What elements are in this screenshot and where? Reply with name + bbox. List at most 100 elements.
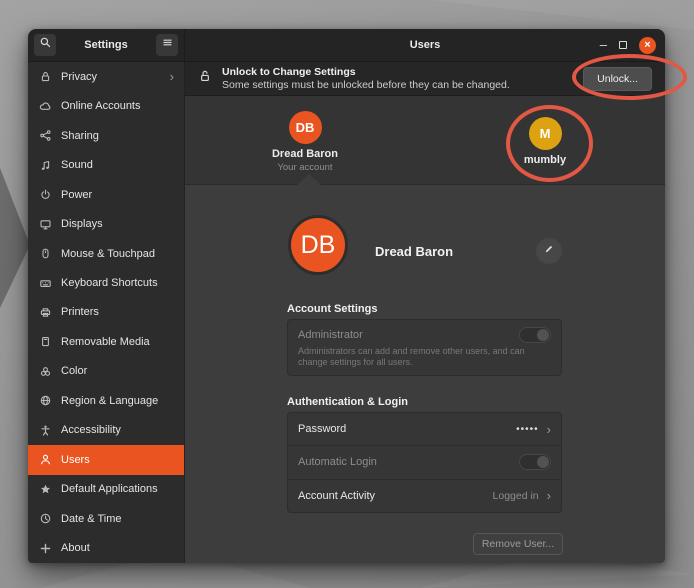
sidebar-item-label: Region & Language: [61, 395, 158, 407]
star-icon: [39, 483, 52, 496]
unlock-banner-title: Unlock to Change Settings: [222, 66, 510, 78]
administrator-description: Administrators can add and remove other …: [288, 343, 561, 368]
automatic-login-toggle[interactable]: [519, 454, 551, 470]
remove-user-button[interactable]: Remove User...: [473, 533, 563, 555]
printer-icon: [39, 306, 52, 319]
sidebar-item-region-language[interactable]: Region & Language: [28, 386, 184, 415]
carousel-user-name: Dread Baron: [272, 148, 338, 160]
menu-button[interactable]: [156, 34, 178, 56]
sidebar-item-removable-media[interactable]: Removable Media: [28, 327, 184, 356]
search-icon: [39, 36, 52, 54]
wallpaper-facet: [0, 168, 30, 308]
administrator-label: Administrator: [298, 329, 363, 341]
password-row[interactable]: Password ••••• ›: [288, 413, 561, 446]
unlock-banner-text: Unlock to Change Settings Some settings …: [222, 66, 510, 91]
sidebar-item-label: Accessibility: [61, 424, 121, 436]
password-label: Password: [298, 423, 346, 435]
app-title: Settings: [84, 39, 127, 51]
speaker-icon: [39, 159, 52, 172]
automatic-login-label: Automatic Login: [298, 456, 377, 468]
media-icon: [39, 335, 52, 348]
accessibility-icon: [39, 424, 52, 437]
sidebar-item-default-applications[interactable]: Default Applications: [28, 475, 184, 504]
account-settings-card: Administrator Administrators can add and…: [287, 319, 562, 376]
sidebar-item-date-time[interactable]: Date & Time: [28, 504, 184, 533]
pencil-icon: [543, 242, 555, 260]
sidebar-header: Settings: [28, 29, 185, 61]
share-icon: [39, 129, 52, 142]
about-icon: [39, 542, 52, 555]
sidebar-item-accessibility[interactable]: Accessibility: [28, 416, 184, 445]
profile-avatar[interactable]: DB: [288, 215, 348, 275]
sidebar-item-displays[interactable]: Displays: [28, 209, 184, 238]
sidebar-item-online-accounts[interactable]: Online Accounts: [28, 91, 184, 120]
sidebar-item-label: Default Applications: [61, 483, 158, 495]
chevron-right-icon: ›: [170, 69, 179, 84]
account-settings-heading: Account Settings: [287, 303, 377, 315]
page-title: Users: [185, 39, 665, 51]
carousel-user-dread-baron[interactable]: DB Dread Baron Your account: [185, 96, 425, 184]
sidebar-item-label: Date & Time: [61, 513, 122, 525]
user-detail: DB Dread Baron Account Settings Administ…: [185, 185, 665, 563]
users-panel: Unlock to Change Settings Some settings …: [185, 62, 665, 563]
administrator-row: Administrator: [288, 320, 561, 343]
sidebar-item-privacy[interactable]: Privacy ›: [28, 62, 184, 91]
titlebar[interactable]: Settings Users – ×: [28, 29, 665, 62]
sidebar-item-label: Printers: [61, 306, 99, 318]
sidebar-item-sound[interactable]: Sound: [28, 150, 184, 179]
sidebar-item-printers[interactable]: Printers: [28, 298, 184, 327]
selected-user-pointer: [297, 174, 321, 185]
search-button[interactable]: [34, 34, 56, 56]
avatar: DB: [289, 111, 322, 144]
globe-icon: [39, 394, 52, 407]
color-icon: [39, 365, 52, 378]
password-value: •••••: [516, 424, 539, 435]
maximize-button[interactable]: [619, 41, 627, 49]
sidebar-item-label: Color: [61, 365, 87, 377]
sidebar-item-users[interactable]: Users: [28, 445, 184, 474]
edit-name-button[interactable]: [536, 238, 562, 264]
sidebar-item-label: Privacy: [61, 71, 97, 83]
administrator-toggle[interactable]: [519, 327, 551, 343]
titlebar-main: Users – ×: [185, 29, 665, 61]
chevron-right-icon: ›: [547, 422, 551, 437]
sidebar-item-sharing[interactable]: Sharing: [28, 121, 184, 150]
sidebar-item-label: Sharing: [61, 130, 99, 142]
minimize-button[interactable]: –: [600, 40, 607, 50]
annotation-circle-unlock: [572, 54, 687, 100]
clock-icon: [39, 512, 52, 525]
sidebar-item-power[interactable]: Power: [28, 180, 184, 209]
keyboard-icon: [39, 277, 52, 290]
sidebar-item-label: Users: [61, 454, 90, 466]
sidebar-item-label: Keyboard Shortcuts: [61, 277, 158, 289]
sidebar-item-label: Sound: [61, 159, 93, 171]
automatic-login-row: Automatic Login: [288, 446, 561, 479]
account-activity-label: Account Activity: [298, 490, 375, 502]
sidebar-item-label: Displays: [61, 218, 103, 230]
unlock-icon: [198, 69, 212, 88]
unlock-banner-subtitle: Some settings must be unlocked before th…: [222, 79, 510, 91]
auth-login-heading: Authentication & Login: [287, 396, 408, 408]
account-activity-row[interactable]: Account Activity Logged in ›: [288, 480, 561, 512]
wallpaper-facet: [430, 0, 694, 30]
close-button[interactable]: ×: [639, 37, 656, 54]
sidebar-item-color[interactable]: Color: [28, 357, 184, 386]
sidebar-item-keyboard-shortcuts[interactable]: Keyboard Shortcuts: [28, 268, 184, 297]
mouse-icon: [39, 247, 52, 260]
sidebar-item-label: Removable Media: [61, 336, 150, 348]
user-carousel: DB Dread Baron Your account M mumbly: [185, 96, 665, 185]
window-controls: – ×: [600, 37, 665, 54]
power-icon: [39, 188, 52, 201]
sidebar-item-mouse-touchpad[interactable]: Mouse & Touchpad: [28, 239, 184, 268]
sidebar-item-label: Mouse & Touchpad: [61, 248, 155, 260]
user-icon: [39, 453, 52, 466]
sidebar-item-label: Power: [61, 189, 92, 201]
carousel-user-subtitle: Your account: [277, 162, 332, 173]
auth-login-card: Password ••••• › Automatic Login Account…: [287, 412, 562, 513]
cloud-icon: [39, 100, 52, 113]
sidebar-item-label: About: [61, 542, 90, 554]
chevron-right-icon: ›: [547, 488, 551, 503]
hamburger-menu-icon: [161, 36, 174, 54]
annotation-circle-mumbly: [506, 105, 593, 182]
sidebar-item-about[interactable]: About: [28, 534, 184, 563]
